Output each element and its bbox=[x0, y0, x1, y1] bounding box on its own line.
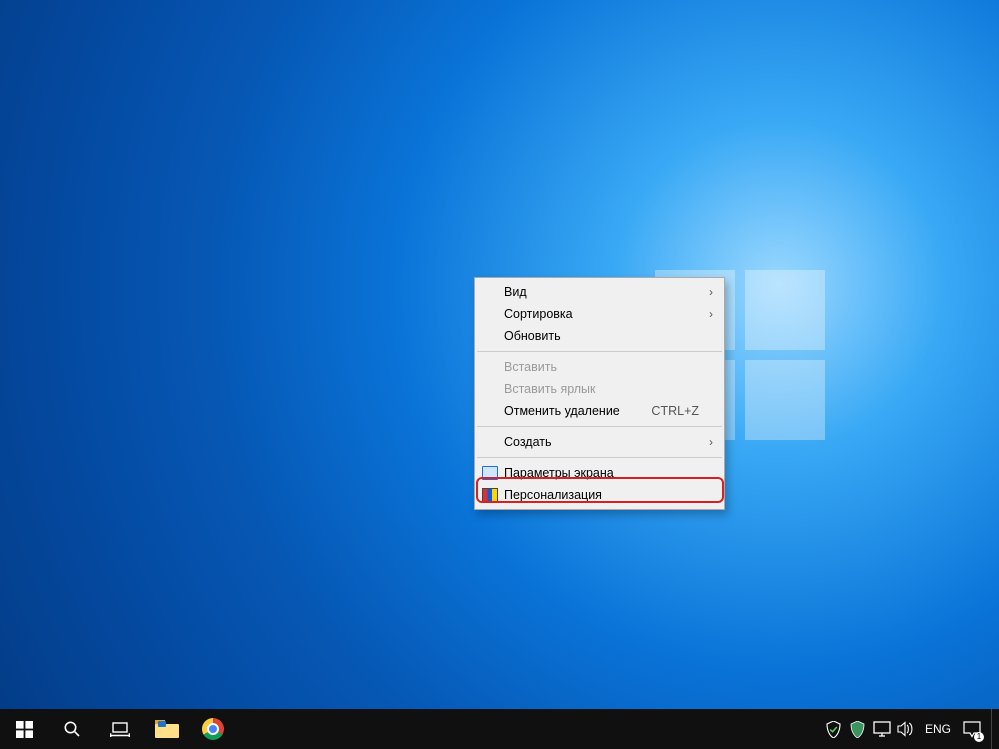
menu-item-label: Параметры экрана bbox=[504, 466, 614, 480]
menu-separator bbox=[477, 457, 722, 458]
menu-item-new[interactable]: Создать › bbox=[476, 431, 723, 453]
chrome-icon bbox=[202, 718, 224, 740]
language-label: ENG bbox=[925, 722, 951, 736]
tray-security-icon[interactable] bbox=[823, 709, 845, 749]
tray-language[interactable]: ENG bbox=[919, 709, 957, 749]
file-explorer-icon bbox=[155, 720, 179, 738]
menu-item-label: Вид bbox=[504, 285, 527, 299]
menu-item-label: Персонализация bbox=[504, 488, 602, 502]
chevron-right-icon: › bbox=[709, 435, 713, 449]
search-button[interactable] bbox=[48, 709, 96, 749]
tray-volume-icon[interactable] bbox=[895, 709, 917, 749]
menu-item-paste: Вставить bbox=[476, 356, 723, 378]
menu-item-sort[interactable]: Сортировка › bbox=[476, 303, 723, 325]
menu-separator bbox=[477, 351, 722, 352]
menu-item-undo-delete[interactable]: Отменить удаление CTRL+Z bbox=[476, 400, 723, 422]
taskbar-app-chrome[interactable] bbox=[190, 709, 236, 749]
search-icon bbox=[63, 720, 81, 738]
menu-item-display-settings[interactable]: Параметры экрана bbox=[476, 462, 723, 484]
chevron-right-icon: › bbox=[709, 307, 713, 321]
menu-separator bbox=[477, 426, 722, 427]
taskbar-app-file-explorer[interactable] bbox=[144, 709, 190, 749]
menu-item-refresh[interactable]: Обновить bbox=[476, 325, 723, 347]
taskbar-right: ENG 1 bbox=[823, 709, 999, 749]
display-icon bbox=[482, 466, 498, 480]
menu-item-label: Вставить bbox=[504, 360, 557, 374]
tray-display-icon[interactable] bbox=[871, 709, 893, 749]
desktop-context-menu: Вид › Сортировка › Обновить Вставить Вст… bbox=[474, 277, 725, 510]
notification-badge: 1 bbox=[974, 732, 984, 742]
tray-shield-icon[interactable] bbox=[847, 709, 869, 749]
menu-item-label: Обновить bbox=[504, 329, 561, 343]
taskbar-left bbox=[0, 709, 236, 749]
menu-item-label: Вставить ярлык bbox=[504, 382, 596, 396]
start-button[interactable] bbox=[0, 709, 48, 749]
menu-item-label: Отменить удаление bbox=[504, 404, 620, 418]
menu-item-label: Создать bbox=[504, 435, 552, 449]
tray-action-center[interactable]: 1 bbox=[959, 709, 985, 749]
chevron-right-icon: › bbox=[709, 285, 713, 299]
menu-shortcut: CTRL+Z bbox=[651, 404, 699, 418]
windows-start-icon bbox=[16, 721, 33, 738]
menu-item-personalize[interactable]: Персонализация bbox=[476, 484, 723, 506]
menu-item-label: Сортировка bbox=[504, 307, 573, 321]
show-desktop-button[interactable] bbox=[991, 709, 997, 749]
personalize-icon bbox=[482, 488, 498, 502]
taskbar: ENG 1 bbox=[0, 709, 999, 749]
menu-item-view[interactable]: Вид › bbox=[476, 281, 723, 303]
task-view-button[interactable] bbox=[96, 709, 144, 749]
desktop[interactable]: Вид › Сортировка › Обновить Вставить Вст… bbox=[0, 0, 999, 749]
task-view-icon bbox=[110, 721, 130, 737]
menu-item-paste-shortcut: Вставить ярлык bbox=[476, 378, 723, 400]
